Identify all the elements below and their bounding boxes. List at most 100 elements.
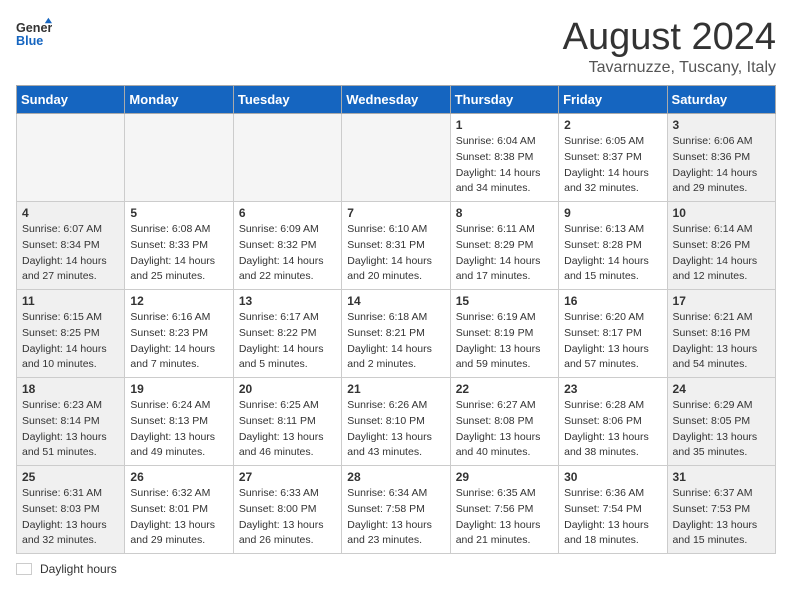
day-info: Sunrise: 6:20 AMSunset: 8:17 PMDaylight:…: [564, 310, 661, 373]
day-number: 28: [347, 470, 444, 484]
weekday-header-thursday: Thursday: [450, 86, 558, 114]
calendar-cell: [233, 114, 341, 202]
calendar-cell: [17, 114, 125, 202]
calendar-cell: 5 Sunrise: 6:08 AMSunset: 8:33 PMDaylight…: [125, 202, 233, 290]
weekday-header-row: SundayMondayTuesdayWednesdayThursdayFrid…: [17, 86, 776, 114]
month-year-title: August 2024: [563, 16, 776, 59]
calendar-cell: 25Sunrise: 6:31 AMSunset: 8:03 PMDayligh…: [17, 466, 125, 554]
day-info: Sunrise: 6:24 AMSunset: 8:13 PMDaylight:…: [130, 398, 227, 461]
logo-icon: General Blue: [16, 16, 52, 52]
day-number: 27: [239, 470, 336, 484]
calendar-cell: 4 Sunrise: 6:07 AMSunset: 8:34 PMDaylight…: [17, 202, 125, 290]
weekday-header-friday: Friday: [559, 86, 667, 114]
legend: Daylight hours: [16, 562, 776, 576]
day-number: 25: [22, 470, 119, 484]
day-info: Sunrise: 6:11 AMSunset: 8:29 PMDaylight:…: [456, 222, 553, 285]
day-info: Sunrise: 6:35 AMSunset: 7:56 PMDaylight:…: [456, 486, 553, 549]
calendar-cell: 26Sunrise: 6:32 AMSunset: 8:01 PMDayligh…: [125, 466, 233, 554]
weekday-header-sunday: Sunday: [17, 86, 125, 114]
week-row-4: 18 Sunrise: 6:23 AMSunset: 8:14 PMDayligh…: [17, 378, 776, 466]
weekday-header-tuesday: Tuesday: [233, 86, 341, 114]
calendar-cell: 28 Sunrise: 6:34 AMSunset: 7:58 PMDayligh…: [342, 466, 450, 554]
calendar-cell: 16Sunrise: 6:20 AMSunset: 8:17 PMDayligh…: [559, 290, 667, 378]
day-info: Sunrise: 6:37 AMSunset: 7:53 PMDaylight:…: [673, 486, 770, 549]
day-number: 29: [456, 470, 553, 484]
day-info: Sunrise: 6:25 AMSunset: 8:11 PMDaylight:…: [239, 398, 336, 461]
calendar-cell: 24Sunrise: 6:29 AMSunset: 8:05 PMDayligh…: [667, 378, 775, 466]
weekday-header-wednesday: Wednesday: [342, 86, 450, 114]
calendar-cell: 9 Sunrise: 6:13 AMSunset: 8:28 PMDaylight…: [559, 202, 667, 290]
day-info: Sunrise: 6:23 AMSunset: 8:14 PMDaylight:…: [22, 398, 119, 461]
day-number: 18: [22, 382, 119, 396]
page-header: General Blue August 2024 Tavarnuzze, Tus…: [16, 16, 776, 77]
calendar-cell: 21 Sunrise: 6:26 AMSunset: 8:10 PMDayligh…: [342, 378, 450, 466]
calendar-cell: 13Sunrise: 6:17 AMSunset: 8:22 PMDayligh…: [233, 290, 341, 378]
week-row-1: 1Sunrise: 6:04 AMSunset: 8:38 PMDaylight…: [17, 114, 776, 202]
day-number: 14: [347, 294, 444, 308]
day-number: 22: [456, 382, 553, 396]
calendar-cell: 10 Sunrise: 6:14 AMSunset: 8:26 PMDayligh…: [667, 202, 775, 290]
calendar-table: SundayMondayTuesdayWednesdayThursdayFrid…: [16, 85, 776, 554]
week-row-5: 25Sunrise: 6:31 AMSunset: 8:03 PMDayligh…: [17, 466, 776, 554]
day-number: 8: [456, 206, 553, 220]
day-info: Sunrise: 6:36 AMSunset: 7:54 PMDaylight:…: [564, 486, 661, 549]
day-number: 10: [673, 206, 770, 220]
day-number: 3: [673, 118, 770, 132]
calendar-cell: 14Sunrise: 6:18 AMSunset: 8:21 PMDayligh…: [342, 290, 450, 378]
svg-text:Blue: Blue: [16, 34, 43, 48]
weekday-header-saturday: Saturday: [667, 86, 775, 114]
day-number: 17: [673, 294, 770, 308]
calendar-cell: 7 Sunrise: 6:10 AMSunset: 8:31 PMDaylight…: [342, 202, 450, 290]
calendar-cell: 31 Sunrise: 6:37 AMSunset: 7:53 PMDayligh…: [667, 466, 775, 554]
calendar-cell: 1Sunrise: 6:04 AMSunset: 8:38 PMDaylight…: [450, 114, 558, 202]
calendar-cell: 15Sunrise: 6:19 AMSunset: 8:19 PMDayligh…: [450, 290, 558, 378]
day-number: 7: [347, 206, 444, 220]
calendar-cell: 12Sunrise: 6:16 AMSunset: 8:23 PMDayligh…: [125, 290, 233, 378]
calendar-cell: 30 Sunrise: 6:36 AMSunset: 7:54 PMDayligh…: [559, 466, 667, 554]
day-info: Sunrise: 6:21 AMSunset: 8:16 PMDaylight:…: [673, 310, 770, 373]
day-info: Sunrise: 6:34 AMSunset: 7:58 PMDaylight:…: [347, 486, 444, 549]
calendar-cell: 20 Sunrise: 6:25 AMSunset: 8:11 PMDayligh…: [233, 378, 341, 466]
day-info: Sunrise: 6:19 AMSunset: 8:19 PMDaylight:…: [456, 310, 553, 373]
day-number: 20: [239, 382, 336, 396]
weekday-header-monday: Monday: [125, 86, 233, 114]
day-number: 21: [347, 382, 444, 396]
calendar-cell: 6 Sunrise: 6:09 AMSunset: 8:32 PMDaylight…: [233, 202, 341, 290]
day-info: Sunrise: 6:28 AMSunset: 8:06 PMDaylight:…: [564, 398, 661, 461]
day-number: 2: [564, 118, 661, 132]
calendar-cell: 18 Sunrise: 6:23 AMSunset: 8:14 PMDayligh…: [17, 378, 125, 466]
week-row-3: 11Sunrise: 6:15 AMSunset: 8:25 PMDayligh…: [17, 290, 776, 378]
day-number: 30: [564, 470, 661, 484]
day-number: 11: [22, 294, 119, 308]
day-info: Sunrise: 6:05 AMSunset: 8:37 PMDaylight:…: [564, 134, 661, 197]
day-info: Sunrise: 6:33 AMSunset: 8:00 PMDaylight:…: [239, 486, 336, 549]
day-info: Sunrise: 6:14 AMSunset: 8:26 PMDaylight:…: [673, 222, 770, 285]
day-number: 5: [130, 206, 227, 220]
day-info: Sunrise: 6:08 AMSunset: 8:33 PMDaylight:…: [130, 222, 227, 285]
day-number: 31: [673, 470, 770, 484]
calendar-cell: 27 Sunrise: 6:33 AMSunset: 8:00 PMDayligh…: [233, 466, 341, 554]
title-block: August 2024 Tavarnuzze, Tuscany, Italy: [563, 16, 776, 77]
calendar-cell: 3 Sunrise: 6:06 AMSunset: 8:36 PMDaylight…: [667, 114, 775, 202]
day-info: Sunrise: 6:13 AMSunset: 8:28 PMDaylight:…: [564, 222, 661, 285]
day-number: 6: [239, 206, 336, 220]
calendar-cell: [125, 114, 233, 202]
day-info: Sunrise: 6:06 AMSunset: 8:36 PMDaylight:…: [673, 134, 770, 197]
day-info: Sunrise: 6:10 AMSunset: 8:31 PMDaylight:…: [347, 222, 444, 285]
day-info: Sunrise: 6:27 AMSunset: 8:08 PMDaylight:…: [456, 398, 553, 461]
legend-label: Daylight hours: [40, 562, 117, 576]
calendar-cell: 23Sunrise: 6:28 AMSunset: 8:06 PMDayligh…: [559, 378, 667, 466]
day-info: Sunrise: 6:09 AMSunset: 8:32 PMDaylight:…: [239, 222, 336, 285]
calendar-cell: 17 Sunrise: 6:21 AMSunset: 8:16 PMDayligh…: [667, 290, 775, 378]
day-number: 4: [22, 206, 119, 220]
day-number: 12: [130, 294, 227, 308]
day-number: 19: [130, 382, 227, 396]
day-number: 9: [564, 206, 661, 220]
calendar-cell: 2 Sunrise: 6:05 AMSunset: 8:37 PMDaylight…: [559, 114, 667, 202]
day-info: Sunrise: 6:26 AMSunset: 8:10 PMDaylight:…: [347, 398, 444, 461]
legend-swatch: [16, 563, 32, 575]
calendar-cell: 8 Sunrise: 6:11 AMSunset: 8:29 PMDaylight…: [450, 202, 558, 290]
calendar-cell: [342, 114, 450, 202]
calendar-cell: 22 Sunrise: 6:27 AMSunset: 8:08 PMDayligh…: [450, 378, 558, 466]
day-info: Sunrise: 6:07 AMSunset: 8:34 PMDaylight:…: [22, 222, 119, 285]
